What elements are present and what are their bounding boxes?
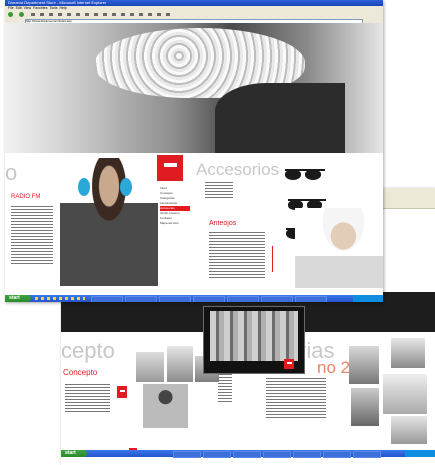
back-taskbar-item-6[interactable] [323, 451, 351, 458]
red-accent-line [272, 246, 273, 272]
back-taskbar-item-7[interactable] [353, 451, 381, 458]
menu-edit[interactable]: Edit [16, 6, 22, 10]
front-brand-logo[interactable] [157, 155, 183, 181]
section-sub-lines [205, 182, 233, 198]
back-logo-red-1 [117, 386, 127, 398]
back-left-text-block [65, 384, 110, 414]
toolbar-icons[interactable] [31, 13, 171, 16]
anteojos-text-block [209, 232, 265, 278]
sunglasses-1-icon[interactable] [285, 167, 325, 181]
forward-nav-icon[interactable] [19, 12, 24, 17]
back-photo-man [143, 384, 188, 428]
hero-jacket-shape [215, 83, 345, 153]
quicklaunch-icons[interactable] [35, 297, 85, 300]
back-photo-2 [167, 346, 193, 382]
front-taskbar-item-7[interactable] [295, 296, 327, 302]
front-taskbar-item-6[interactable] [261, 296, 293, 302]
front-taskbar-item-2[interactable] [125, 296, 157, 302]
back-red-heading: Concepto [63, 368, 98, 377]
front-heading-left: o [5, 160, 18, 185]
back-middle-text-block [266, 378, 326, 420]
menu-help[interactable]: Help [59, 6, 66, 10]
front-start-button[interactable]: start [5, 295, 31, 302]
headphones-icon-right [120, 178, 132, 196]
back-taskbar-item-3[interactable] [233, 451, 261, 458]
back-photo-r2 [391, 338, 425, 368]
front-left-text-block [11, 206, 53, 266]
front-taskbar-item-3[interactable] [159, 296, 191, 302]
front-system-tray [353, 295, 383, 302]
featured-photo-group [210, 311, 298, 361]
back-nav-icon[interactable] [8, 12, 13, 17]
back-system-tray [405, 450, 435, 457]
back-heading-left: cepto [61, 338, 115, 363]
headphones-icon [78, 178, 90, 196]
menu-view[interactable]: View [24, 6, 32, 10]
menu-favorites[interactable]: Favorites [33, 6, 47, 10]
section-heading: Accesorios [196, 160, 280, 179]
back-taskbar-item-1[interactable] [173, 451, 201, 458]
headphones-model-photo [60, 158, 158, 286]
back-photo-r5 [391, 416, 427, 444]
hero-scarf-image [5, 23, 383, 153]
back-taskbar-item-4[interactable] [263, 451, 291, 458]
hat-model-photo [295, 208, 383, 288]
front-taskbar-item-5[interactable] [227, 296, 259, 302]
front-red-label: RADIO FM [11, 194, 41, 200]
anteojos-heading: Anteojos [209, 220, 237, 227]
front-taskbar: start [5, 295, 383, 302]
back-photo-r3 [383, 374, 427, 414]
back-photo-r4 [351, 388, 379, 426]
back-photo-r1 [349, 346, 379, 384]
menu-file[interactable]: File [8, 6, 14, 10]
back-taskbar-item-5[interactable] [293, 451, 321, 458]
back-nav-list [218, 374, 232, 404]
back-taskbar-item-2[interactable] [203, 451, 231, 458]
back-window-chrome [381, 188, 435, 209]
back-start-button[interactable]: start [61, 450, 87, 457]
front-browser-window: Diorama Department Store - Microsoft Int… [5, 0, 383, 302]
front-taskbar-item-4[interactable] [193, 296, 225, 302]
front-taskbar-item-1[interactable] [91, 296, 123, 302]
back-photo-1 [136, 352, 164, 382]
front-nav-menu: Inicio Concepto Categorias Lanzamiento A… [160, 186, 190, 226]
back-featured-photo[interactable] [203, 306, 305, 374]
menu-tools[interactable]: Tools [49, 6, 57, 10]
nav-item-mapa[interactable]: Mapa del sitio [160, 221, 190, 226]
featured-logo-red [284, 359, 294, 369]
back-taskbar: start [61, 450, 435, 458]
